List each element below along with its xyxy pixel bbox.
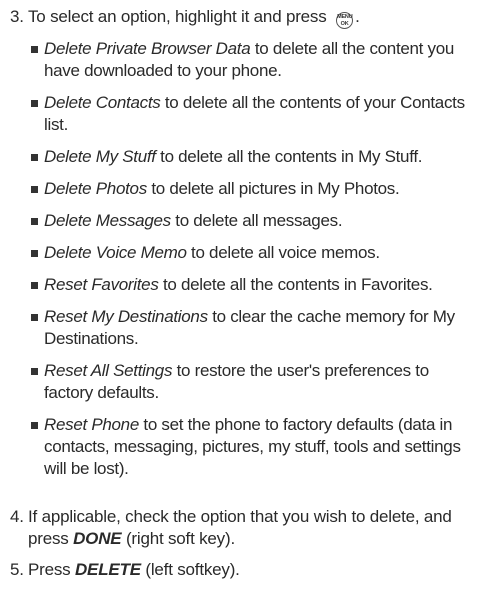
step-3: 3. To select an option, highlight it and…	[10, 7, 360, 29]
bullet-icon	[31, 282, 38, 289]
bullet-icon	[31, 154, 38, 161]
bullet-icon	[31, 218, 38, 225]
option-reset-all-settings: Reset All Settings to restore the user's…	[28, 360, 473, 404]
manual-page: 3. To select an option, highlight it and…	[0, 0, 485, 600]
delete-key-label: DELETE	[74, 560, 141, 579]
step-number: 4.	[10, 507, 24, 526]
option-desc: to delete all pictures in My Photos.	[146, 179, 400, 198]
bullet-icon	[31, 46, 38, 53]
option-reset-my-destinations: Reset My Destinations to clear the cache…	[28, 306, 473, 350]
step-4: 4. If applicable, check the option that …	[10, 507, 452, 548]
bullet-icon	[31, 100, 38, 107]
option-delete-voice-memo: Delete Voice Memo to delete all voice me…	[28, 242, 473, 264]
option-name: Reset Phone	[44, 415, 139, 434]
menu-ok-key-icon: MENU OK	[336, 12, 354, 29]
option-desc: to delete all the contents in My Stuff.	[155, 147, 423, 166]
option-desc: to delete all messages.	[170, 211, 343, 230]
step-text: To select an option, highlight it and pr…	[28, 7, 327, 26]
option-reset-phone: Reset Phone to set the phone to factory …	[28, 414, 473, 480]
done-key-label: DONE	[73, 529, 122, 548]
option-delete-photos: Delete Photos to delete all pictures in …	[28, 178, 473, 200]
bullet-icon	[31, 368, 38, 375]
option-name: Reset My Destinations	[44, 307, 208, 326]
option-name: Reset Favorites	[44, 275, 159, 294]
step-text: Press	[28, 560, 75, 579]
option-desc: to delete all voice memos.	[186, 243, 380, 262]
bullet-icon	[31, 186, 38, 193]
option-name: Reset All Settings	[44, 361, 173, 380]
option-name: Delete Private Browser Data	[44, 39, 251, 58]
option-delete-contacts: Delete Contacts to delete all the conten…	[28, 92, 473, 136]
step-number: 5.	[10, 560, 24, 579]
option-name: Delete Messages	[44, 211, 171, 230]
bullet-icon	[31, 250, 38, 257]
option-delete-private-browser-data: Delete Private Browser Data to delete al…	[28, 38, 473, 82]
option-name: Delete Photos	[44, 179, 147, 198]
option-reset-favorites: Reset Favorites to delete all the conten…	[28, 274, 473, 296]
options-list: Delete Private Browser Data to delete al…	[28, 38, 473, 490]
step-5: 5. Press DELETE (left softkey).	[10, 560, 240, 579]
bullet-icon	[31, 314, 38, 321]
step-number: 3.	[10, 7, 24, 26]
bullet-icon	[31, 422, 38, 429]
option-delete-messages: Delete Messages to delete all messages.	[28, 210, 473, 232]
option-delete-my-stuff: Delete My Stuff to delete all the conten…	[28, 146, 473, 168]
option-name: Delete Contacts	[44, 93, 161, 112]
option-desc: to delete all the contents in Favorites.	[158, 275, 433, 294]
option-name: Delete Voice Memo	[44, 243, 187, 262]
option-name: Delete My Stuff	[44, 147, 156, 166]
